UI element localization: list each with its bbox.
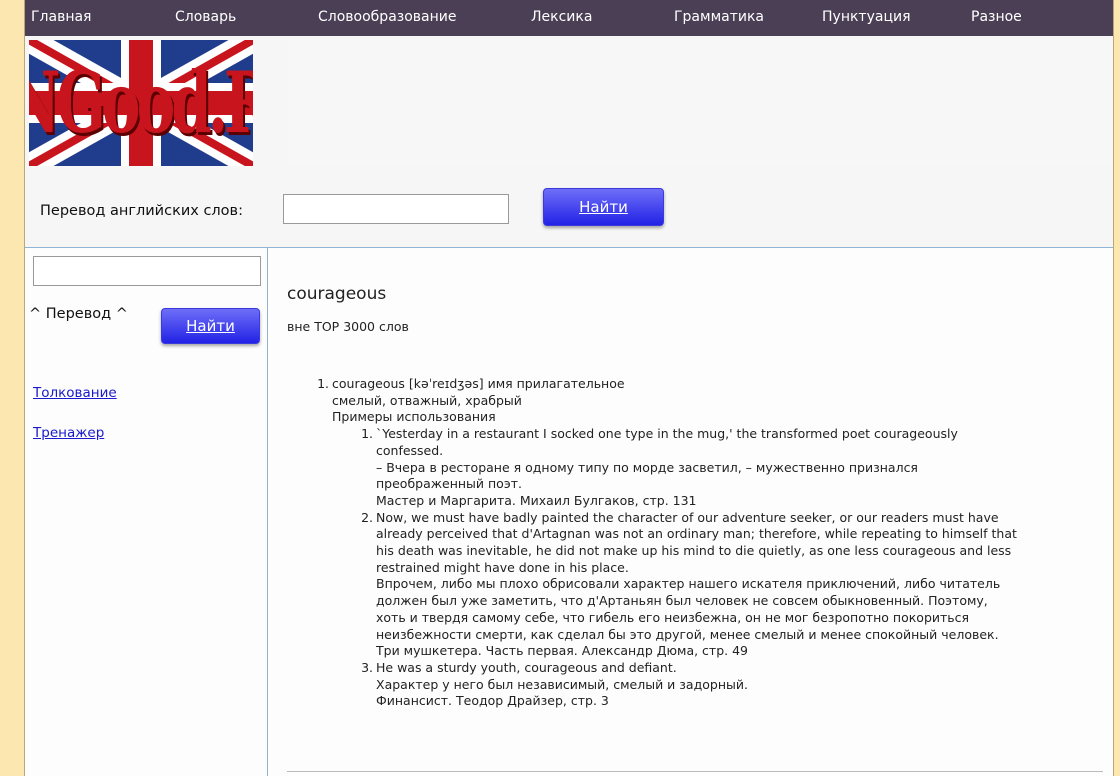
example-line: restrained might have done in his place. [376, 559, 629, 575]
banner-area [287, 40, 1113, 166]
word-title: courageous [287, 284, 387, 304]
nav-item-home[interactable]: Главная [31, 9, 91, 25]
example-source: Финансист. Теодор Драйзер, стр. 3 [376, 693, 609, 709]
example-line: хоть и твердя самому себе, что гибель ег… [376, 609, 970, 625]
search-input[interactable] [283, 194, 509, 224]
nav-item-dictionary[interactable]: Словарь [175, 9, 236, 25]
sidebar-link-definition[interactable]: Толкование [33, 385, 117, 401]
example-number: 3. [361, 659, 373, 675]
sense-header: 1. courageous [kəˈreɪdʒəs] имя прилагател… [268, 376, 1103, 393]
example-source: Три мушкетера. Часть первая. Александр Д… [376, 643, 749, 659]
nav-item-misc[interactable]: Разное [971, 9, 1022, 25]
example-line: неизбежности смерти, как сделал бы это д… [376, 626, 999, 642]
nav-item-grammar[interactable]: Грамматика [674, 9, 764, 25]
translation-direction-label[interactable]: ^ Перевод ^ [29, 306, 128, 322]
example-line: – Вчера в ресторане я одному типу по мор… [376, 459, 918, 475]
examples-label: Примеры использования [332, 409, 496, 425]
example-item: 2. Now, we must have badly painted the ch… [268, 510, 1103, 527]
top-navigation: Главная Словарь Словообразование Лексика… [25, 0, 1113, 36]
nav-item-word-formation[interactable]: Словообразование [318, 9, 456, 25]
sidebar-link-trainer[interactable]: Тренажер [33, 425, 104, 441]
example-line: преображенный поэт. [376, 476, 522, 492]
article-panel: courageous вне TOP 3000 слов 1. courageou… [268, 248, 1113, 776]
example-source: Мастер и Маргарита. Михаил Булгаков, стр… [376, 492, 697, 508]
page: Главная Словарь Словообразование Лексика… [24, 0, 1114, 776]
dictionary-entry: 1. courageous [kəˈreɪdʒəs] имя прилагател… [268, 376, 1103, 710]
logo-text: ENGood.RU [29, 53, 253, 153]
search-button[interactable]: Найти [543, 188, 664, 226]
example-line: He was a sturdy youth, courageous and de… [376, 659, 677, 675]
example-line: already perceived that d'Artagnan was no… [376, 526, 1017, 542]
sidebar-search-button[interactable]: Найти [161, 308, 260, 344]
example-line: Впрочем, либо мы плохо обрисовали характ… [376, 576, 1001, 592]
example-item: 3. He was a sturdy youth, courageous and … [268, 660, 1103, 677]
example-line: Now, we must have badly painted the char… [376, 509, 999, 525]
nav-item-vocabulary[interactable]: Лексика [531, 9, 592, 25]
frequency-note: вне TOP 3000 слов [287, 319, 409, 334]
sense-header-text: courageous [kəˈreɪdʒəs] имя прилагательн… [332, 376, 625, 391]
example-line: `Yesterday in a restaurant I socked one … [376, 426, 958, 442]
example-number: 1. [361, 426, 373, 442]
divider [287, 771, 1103, 772]
nav-item-punctuation[interactable]: Пунктуация [822, 9, 911, 25]
content-frame: ^ Перевод ^ Найти Толкование Тренажер co… [25, 247, 1113, 776]
example-line: Характер у него был независимый, смелый … [376, 676, 748, 692]
sense-translation: смелый, отважный, храбрый [332, 392, 522, 408]
example-number: 2. [361, 509, 373, 525]
example-line: confessed. [376, 442, 444, 458]
example-item: 1. `Yesterday in a restaurant I socked on… [268, 426, 1103, 443]
site-logo[interactable]: ENGood.RU [29, 40, 253, 166]
search-bar: Перевод английских слов: Найти [25, 166, 1113, 246]
sense-number: 1. [317, 376, 329, 391]
sidebar: ^ Перевод ^ Найти Толкование Тренажер [25, 248, 268, 776]
sidebar-search-input[interactable] [33, 256, 261, 286]
search-label: Перевод английских слов: [40, 203, 243, 219]
example-line: должен был уже заметить, что д'Артаньян … [376, 593, 988, 609]
example-line: his death was inevitable, he did not mak… [376, 543, 1012, 559]
